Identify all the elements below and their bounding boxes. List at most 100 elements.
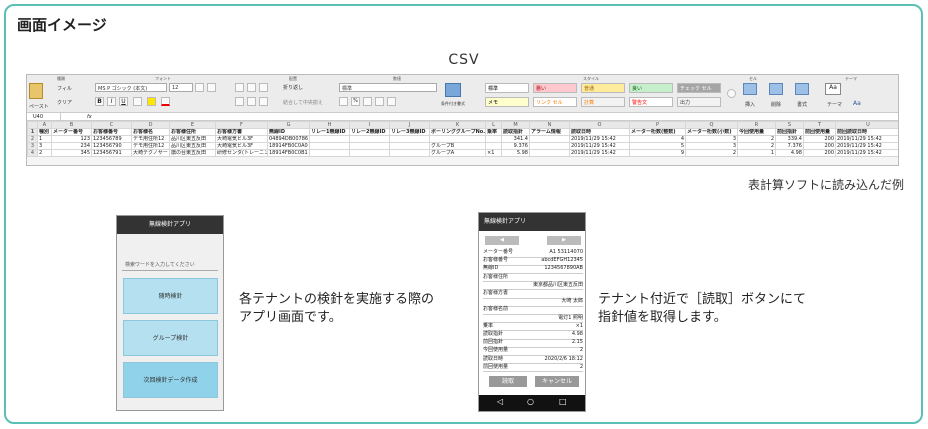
sheet-cell[interactable]: Q — [685, 121, 738, 129]
name-box[interactable]: U40 — [31, 113, 61, 121]
bold-button[interactable]: B — [95, 97, 104, 106]
sheet-cell[interactable]: 123456790 — [91, 142, 132, 150]
next-arrow-icon[interactable]: ▶ — [547, 236, 581, 245]
italic-button[interactable]: I — [107, 97, 116, 106]
sheet-cell[interactable]: 341.4 — [501, 135, 530, 143]
conditional-format-button[interactable]: 条件付き書式 — [441, 101, 465, 107]
sheet-cell[interactable]: M — [501, 121, 530, 129]
sheet-cell[interactable]: U — [835, 121, 898, 129]
paste-icon[interactable] — [29, 83, 43, 99]
cancel-button[interactable]: キャンセル — [535, 376, 579, 387]
style-cell[interactable]: 良い — [629, 83, 673, 93]
sheet-cell[interactable]: 2 — [737, 142, 776, 150]
sheet-cell[interactable] — [309, 149, 350, 157]
style-cell[interactable]: 警告文 — [629, 97, 673, 107]
sheet-cell[interactable]: リレー2無線ID — [349, 128, 390, 136]
align-right-icon[interactable] — [259, 97, 268, 106]
sheet-cell[interactable]: お客様方書 — [215, 128, 268, 136]
delete-cells-icon[interactable] — [769, 83, 783, 95]
sheet-cell[interactable]: お客様名 — [131, 128, 170, 136]
sheet-cell[interactable]: 3 — [685, 142, 738, 150]
style-cell[interactable]: 出力 — [677, 97, 721, 107]
merge-center-button[interactable]: 結合して中央揃え — [283, 99, 323, 106]
sheet-cell[interactable]: 339.4 — [775, 135, 804, 143]
sheet-cell[interactable]: お客様番号 — [91, 128, 132, 136]
comma-icon[interactable] — [363, 97, 372, 106]
sheet-cell[interactable]: H — [309, 121, 350, 129]
font-size-select[interactable]: 12 — [169, 83, 193, 92]
underline-button[interactable]: U — [119, 97, 128, 106]
sheet-cell[interactable]: C — [91, 121, 132, 129]
search-input[interactable]: 検索ワードを入力してください — [122, 261, 218, 271]
sheet-cell[interactable]: 大崎電気ビル3F — [215, 135, 268, 143]
sheet-cell[interactable]: 123456789 — [91, 135, 132, 143]
wrap-text-button[interactable]: 折り返し — [283, 84, 303, 91]
row-header[interactable]: 1 — [27, 128, 38, 136]
sheet-cell[interactable]: 123456791 — [91, 149, 132, 157]
sheet-cell[interactable]: J — [389, 121, 430, 129]
sheet-cell[interactable]: 研修センタ(トレーニング) — [215, 149, 268, 157]
sheet-cell[interactable]: 無線ID — [267, 128, 310, 136]
sheet-cell[interactable]: A — [37, 121, 52, 129]
sheet-cell[interactable]: 種別 — [37, 128, 52, 136]
sheet-cell[interactable]: 2019/11/29 15:42 — [569, 142, 630, 150]
style-cell[interactable]: リンク セル — [533, 97, 577, 107]
sheet-cell[interactable]: 9 — [629, 149, 686, 157]
sheet-cell[interactable]: 2 — [737, 135, 776, 143]
currency-icon[interactable] — [339, 97, 348, 106]
sheet-cell[interactable]: 04894DB00786 — [267, 135, 310, 143]
sheet-cell[interactable]: 読取日時 — [569, 128, 630, 136]
sheet-cell[interactable]: グループB — [429, 142, 486, 150]
sheet-cell[interactable]: 読取指針 — [501, 128, 530, 136]
sheet-cell[interactable]: 200 — [803, 135, 836, 143]
row-header[interactable]: 2 — [27, 135, 38, 143]
increase-decimal-icon[interactable] — [375, 97, 384, 106]
sheet-cell[interactable]: 2 — [37, 149, 52, 157]
fill-color-icon[interactable] — [147, 97, 156, 106]
sheet-cell[interactable]: 前回指針 — [775, 128, 804, 136]
read-button[interactable]: 読取 — [489, 376, 527, 387]
align-top-icon[interactable] — [235, 83, 244, 92]
sheet-cell[interactable]: G — [267, 121, 310, 129]
sheet-cell[interactable]: ポーリンググループNo. — [429, 128, 486, 136]
sheet-cell[interactable]: 18914FB0C0A0 — [267, 142, 310, 150]
sheet-cell[interactable] — [349, 142, 390, 150]
sheet-cell[interactable]: メーター番号 — [51, 128, 92, 136]
prev-arrow-icon[interactable]: ◀ — [485, 236, 519, 245]
sheet-cell[interactable]: デモ用住所12 — [131, 135, 170, 143]
sheet-cell[interactable]: 2019/11/29 15:42 — [569, 135, 630, 143]
sheet-cell[interactable]: 大崎テクノサー — [131, 149, 170, 157]
style-cell[interactable]: チェック セル — [677, 83, 721, 93]
sheet-cell[interactable]: B — [51, 121, 92, 129]
sheet-cell[interactable] — [429, 135, 486, 143]
sheet-cell[interactable]: 2 — [685, 149, 738, 157]
sheet-cell[interactable]: F — [215, 121, 268, 129]
sheet-cell[interactable] — [389, 135, 430, 143]
styles-more-icon[interactable] — [727, 89, 736, 98]
home-icon[interactable]: ○ — [527, 397, 534, 406]
sheet-cell[interactable]: 品川区東五反田 — [169, 142, 216, 150]
style-cell[interactable]: 計算 — [581, 97, 625, 107]
sheet-cell[interactable]: グループA — [429, 149, 486, 157]
border-icon[interactable] — [133, 97, 142, 106]
sheet-cell[interactable]: 1 — [737, 149, 776, 157]
sheet-cell[interactable]: 2019/11/29 15:42 — [835, 142, 898, 150]
font-name-select[interactable]: MS P ゴシック (本文) — [95, 83, 167, 92]
sheet-cell[interactable]: 3 — [685, 135, 738, 143]
sheet-cell[interactable]: I — [349, 121, 390, 129]
sheet-cell[interactable]: 乗率 — [485, 128, 502, 136]
clear-button[interactable]: クリア — [57, 99, 72, 106]
align-middle-icon[interactable] — [247, 83, 256, 92]
sheet-cell[interactable]: K — [429, 121, 486, 129]
themes-button[interactable]: テーマ — [827, 101, 842, 108]
sheet-cell[interactable]: 5.98 — [501, 149, 530, 157]
decrease-decimal-icon[interactable] — [387, 97, 396, 106]
row-header[interactable]: 3 — [27, 142, 38, 150]
sheet-cell[interactable]: 大崎電気ビル3F — [215, 142, 268, 150]
sheet-cell[interactable]: 品川区東五反田 — [169, 135, 216, 143]
sheet-cell[interactable]: 18914FB0C0B1 — [267, 149, 310, 157]
sheet-cell[interactable] — [309, 142, 350, 150]
sheet-cell[interactable]: N — [529, 121, 570, 129]
sheet-cell[interactable] — [309, 135, 350, 143]
conditional-format-icon[interactable] — [445, 83, 461, 97]
